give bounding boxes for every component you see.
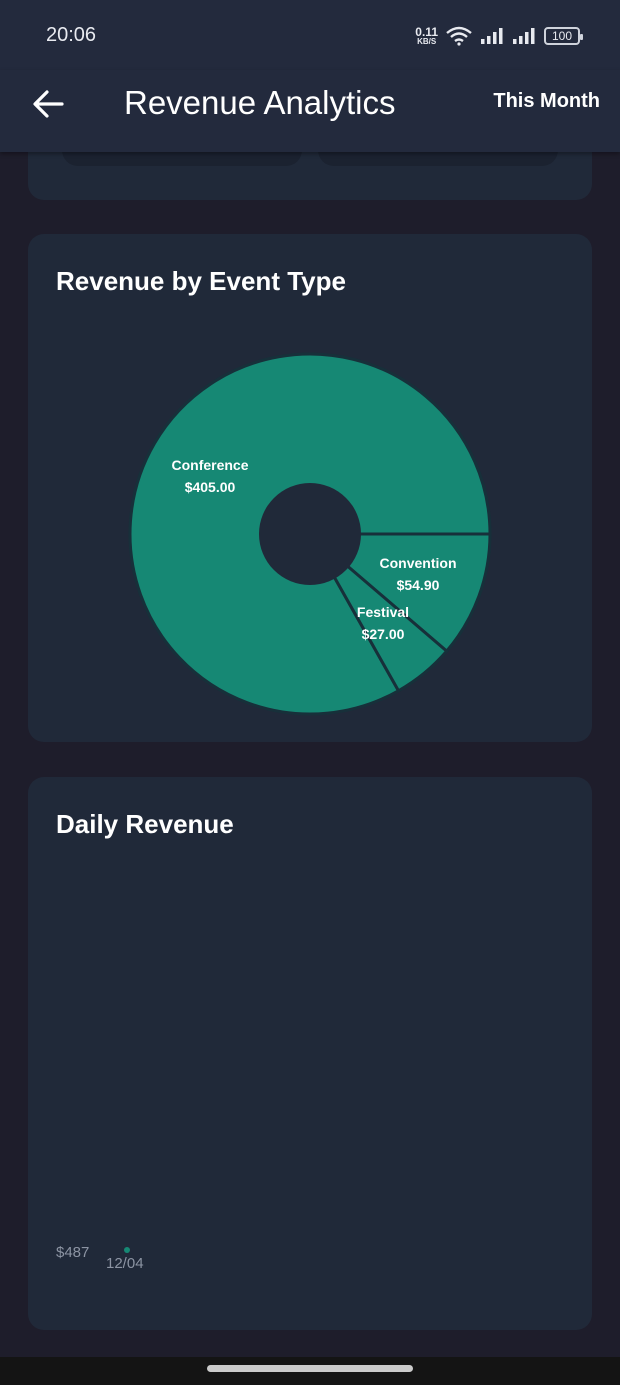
pie-label-festival: Festival bbox=[357, 604, 409, 620]
home-indicator[interactable] bbox=[207, 1365, 413, 1372]
signal-icon-2 bbox=[513, 28, 535, 44]
battery-icon: 100 bbox=[544, 27, 583, 45]
pie-label-conference: Conference bbox=[171, 457, 248, 473]
navigation-bar bbox=[0, 1357, 620, 1385]
status-icons: 0.11 KB/S 100 bbox=[415, 24, 583, 48]
revenue-by-event-type-card: Revenue by Event Type Conference $405.00 C… bbox=[28, 234, 592, 742]
status-bar: 20:06 0.11 KB/S 100 bbox=[0, 0, 620, 70]
app-bar: Revenue Analytics This Month bbox=[0, 70, 620, 152]
wifi-icon bbox=[446, 26, 472, 46]
back-button[interactable] bbox=[28, 84, 68, 124]
daily-revenue-card: Daily Revenue $487 12/04 bbox=[28, 777, 592, 1330]
x-tick-label: 12/04 bbox=[106, 1255, 144, 1272]
status-time: 20:06 bbox=[46, 24, 97, 46]
page-title: Revenue Analytics bbox=[124, 84, 396, 121]
daily-revenue-chart: $487 12/04 bbox=[56, 1244, 144, 1272]
pie-label-convention: Convention bbox=[380, 555, 457, 571]
network-speed-unit: KB/S bbox=[417, 37, 437, 46]
signal-icon-1 bbox=[481, 28, 503, 44]
pie-value-conference: $405.00 bbox=[185, 479, 236, 495]
y-tick-label: $487 bbox=[56, 1244, 89, 1261]
revenue-pie-chart: Conference $405.00 Convention $54.90 Festiva… bbox=[128, 352, 492, 716]
pie-value-festival: $27.00 bbox=[362, 626, 405, 642]
network-speed: 0.11 KB/S bbox=[415, 26, 438, 46]
pie-value-convention: $54.90 bbox=[397, 577, 440, 593]
arrow-left-icon bbox=[33, 90, 64, 118]
pie-center-hole bbox=[259, 483, 361, 585]
period-selector-button[interactable]: This Month bbox=[493, 90, 600, 113]
data-point[interactable] bbox=[124, 1247, 130, 1253]
